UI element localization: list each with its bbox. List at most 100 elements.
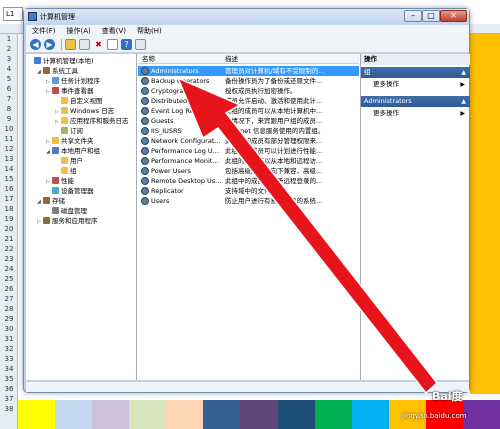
list-row[interactable]: Performance Log U... 此组中的成员可以计划进行性能... [138,146,359,156]
actions-group-administrators[interactable]: Administrators ▲ [361,96,470,107]
tree-item[interactable]: 用户 [55,157,83,166]
row-number[interactable]: 20 [0,224,18,234]
mmc-icon[interactable] [135,39,146,50]
row-number[interactable]: 38 [0,404,18,414]
tree-item[interactable]: ▷ 共享文件夹 [46,137,94,146]
row-number[interactable]: 4 [0,64,18,74]
list-row[interactable]: Event Log Readers 此组的成员可以从本地计算机中... [138,106,359,116]
row-number[interactable]: 24 [0,264,18,274]
row-number[interactable]: 34 [0,364,18,374]
tree-item[interactable]: 设备管理器 [46,187,94,196]
color-cell[interactable] [277,400,315,429]
column-name-header[interactable]: 名称 [142,54,155,64]
tree-item[interactable]: ▷ Windows 日志 [55,107,114,116]
color-cell[interactable] [166,400,204,429]
minimize-button[interactable]: – [404,10,422,22]
list-row[interactable]: Cryptographic 授权成员执行加密操作。 [138,86,359,96]
color-cell[interactable] [55,400,93,429]
row-number[interactable]: 10 [0,124,18,134]
list-row[interactable]: Distributed CO 成员允许启动、激活和使用此计... [138,96,359,106]
row-number[interactable]: 27 [0,294,18,304]
list-row[interactable]: Users 防止用户进行有意或无意的系统... [138,196,359,206]
list-row[interactable]: Backup Operators 备份操作员为了备份或还原文件... [138,76,359,86]
show-tree-icon[interactable] [79,39,90,50]
row-number[interactable]: 28 [0,304,18,314]
row-number[interactable]: 8 [0,104,18,114]
color-cell[interactable] [92,400,130,429]
row-number[interactable]: 26 [0,284,18,294]
tree-item[interactable]: ▷ 事件查看器 [46,87,94,96]
list-row[interactable]: Guests 认情况下，来宾跟用户组的成员... [138,116,359,126]
tree-item[interactable]: ◢ 系统工具 [37,67,78,76]
row-number[interactable]: 18 [0,204,18,214]
tree-item[interactable]: ◢ 本地用户和组 [46,147,100,156]
title-bar[interactable]: 计算机管理 – □ ✕ [24,9,469,25]
list-row[interactable]: Administrators 管理员对计算机/域有不受限制的... [138,66,359,76]
row-number[interactable]: 3 [0,54,18,64]
tree-item[interactable]: ▷ 服务和应用程序 [37,217,98,226]
row-number[interactable]: 5 [0,74,18,84]
color-cell[interactable] [129,400,167,429]
tree-item[interactable]: ▷ 应用程序和服务日志 [55,117,129,126]
tree-item[interactable]: 计算机管理(本地) [28,57,94,66]
row-number[interactable]: 6 [0,84,18,94]
color-cell[interactable] [203,400,241,429]
menu-help[interactable]: 帮助(H) [137,26,162,36]
column-description-header[interactable]: 描述 [225,54,238,64]
color-cell[interactable] [314,400,352,429]
more-actions-1[interactable]: 更多操作 [373,79,399,89]
row-number[interactable]: 2 [0,44,18,54]
properties-icon[interactable] [107,39,118,50]
row-number[interactable]: 13 [0,154,18,164]
help-icon[interactable]: ? [121,39,132,50]
list-row[interactable]: Performance Monit... 此组的成员可以从本地和远程访... [138,156,359,166]
back-icon[interactable]: ◀ [30,39,41,50]
menu-action[interactable]: 操作(A) [67,26,91,36]
row-number[interactable]: 11 [0,134,18,144]
tree-item[interactable]: 组 [55,167,77,176]
up-folder-icon[interactable] [65,39,76,50]
row-number[interactable]: 12 [0,144,18,154]
row-number[interactable]: 29 [0,314,18,324]
row-number[interactable]: 16 [0,184,18,194]
tree-item[interactable]: ◢ 存储 [37,197,65,206]
color-cell[interactable] [240,400,278,429]
row-number[interactable]: 19 [0,214,18,224]
list-row[interactable]: Remote Desktop Us... 此组中的成员被授予远程登录的... [138,176,359,186]
name-box[interactable]: L1 [3,7,23,21]
row-number[interactable]: 14 [0,164,18,174]
row-number[interactable]: 15 [0,174,18,184]
row-number[interactable]: 9 [0,114,18,124]
row-number[interactable]: 35 [0,374,18,384]
tree-item[interactable]: 自定义视图 [55,97,103,106]
row-number[interactable]: 30 [0,324,18,334]
row-number[interactable]: 37 [0,394,18,404]
row-number[interactable]: 21 [0,234,18,244]
tree-item[interactable]: 订阅 [55,127,83,136]
actions-group-groups[interactable]: 组 ▲ [361,67,470,78]
row-number[interactable]: 23 [0,254,18,264]
row-number[interactable]: 33 [0,354,18,364]
row-number[interactable]: 22 [0,244,18,254]
list-row[interactable]: Network Configurat... 此组中的成员有部分管理权限来... [138,136,359,146]
menu-view[interactable]: 查看(V) [102,26,126,36]
row-number[interactable]: 1 [0,34,18,44]
list-row[interactable]: Power Users 包括高级用户以向下兼容，高级... [138,166,359,176]
color-cell[interactable] [351,400,389,429]
row-number[interactable]: 36 [0,384,18,394]
row-number[interactable]: 31 [0,334,18,344]
color-cell[interactable] [18,400,56,429]
list-row[interactable]: Replicator 支持域中的文件复制 [138,186,359,196]
row-number[interactable]: 25 [0,274,18,284]
more-actions-2[interactable]: 更多操作 [373,108,399,118]
forward-icon[interactable]: ▶ [44,39,55,50]
menu-file[interactable]: 文件(F) [32,26,56,36]
maximize-button[interactable]: □ [422,10,440,22]
tree-item[interactable]: ▷ 任务计划程序 [46,77,100,86]
tree-item[interactable]: ▷ 性能 [46,177,74,186]
row-number[interactable]: 32 [0,344,18,354]
row-number[interactable]: 17 [0,194,18,204]
list-row[interactable]: IIS_IUSRS Internet 信息服务使用的内置组。 [138,126,359,136]
row-number[interactable]: 7 [0,94,18,104]
delete-icon[interactable]: ✖ [93,39,104,50]
